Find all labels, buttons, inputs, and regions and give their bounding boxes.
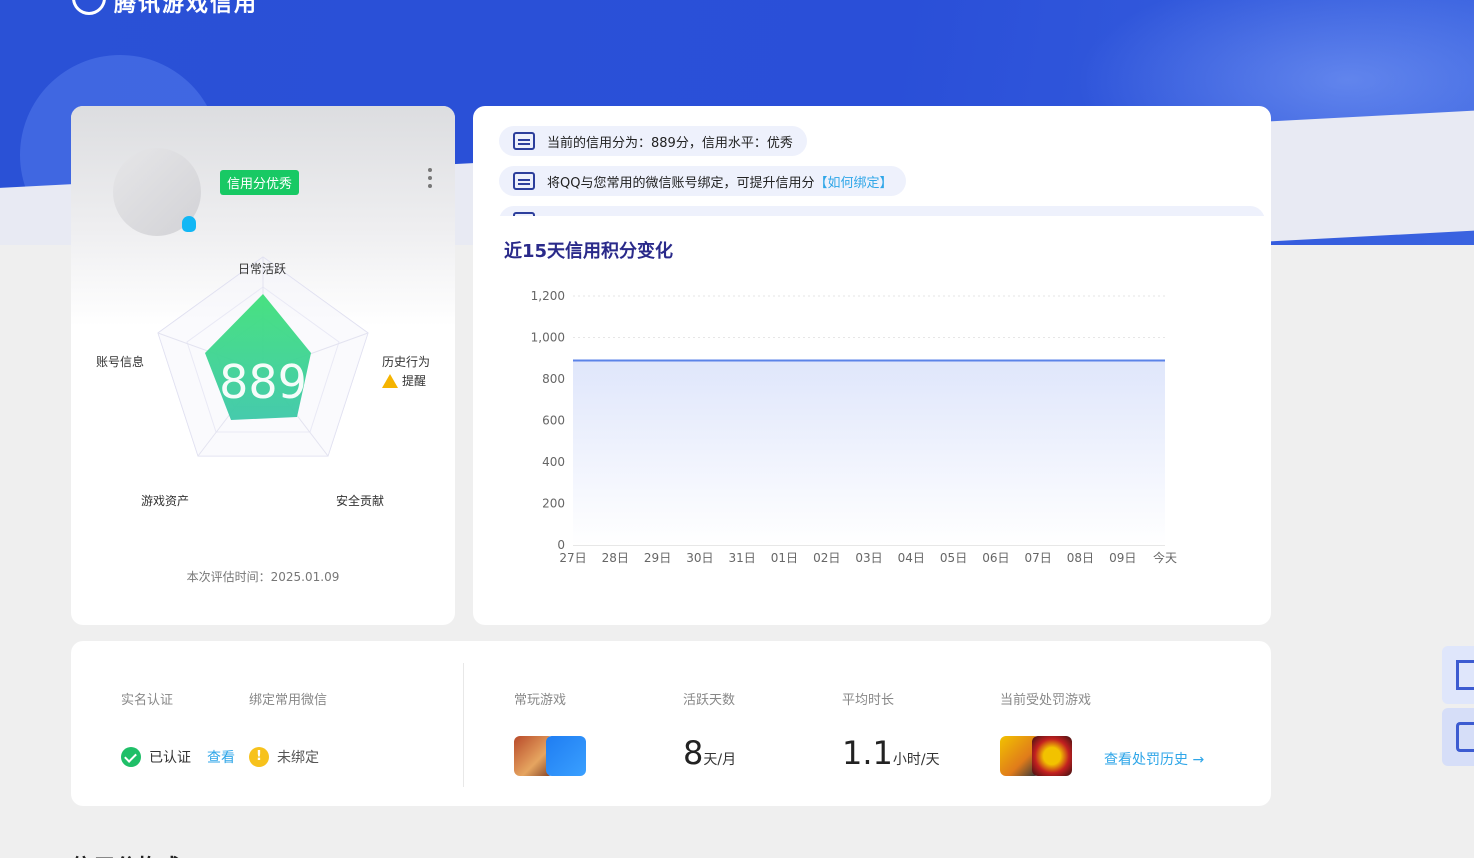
help-button[interactable]	[1442, 708, 1474, 766]
active-days-value: 8	[683, 734, 704, 772]
game-crossfire-icon[interactable]	[1032, 736, 1072, 776]
help-icon	[1456, 722, 1474, 752]
section-title: 信用分构成	[71, 850, 181, 858]
brand-title: 腾讯游戏信用	[114, 0, 259, 17]
realname-label: 实名认证	[121, 693, 174, 708]
y-tick-label: 1,000	[531, 331, 565, 345]
qr-code-icon	[1456, 660, 1474, 690]
x-tick-label: 05日	[940, 551, 967, 565]
score-trend-card: 当前的信用分为：889分，信用水平：优秀 将QQ与您常用的微信账号绑定，可提升信…	[473, 106, 1271, 625]
radar-label-account-info: 账号信息	[96, 355, 145, 369]
penalty-history-link[interactable]: 查看处罚历史 →	[1104, 749, 1204, 769]
series-area	[573, 360, 1165, 545]
wechat-bind-label: 绑定常用微信	[249, 693, 328, 708]
info-divider	[463, 663, 464, 787]
evaluation-time: 本次评估时间：2025.01.09	[186, 570, 340, 584]
penalty-games-label: 当前受处罚游戏	[1000, 693, 1092, 708]
x-tick-label: 03日	[855, 551, 882, 565]
avg-time-value: 1.1	[842, 734, 893, 772]
realname-status-text: 已认证	[149, 750, 191, 766]
view-realname-link[interactable]: 查看	[207, 747, 235, 767]
radar-score-value: 889	[219, 355, 307, 409]
x-tick-label: 28日	[602, 551, 629, 565]
credit-level-badge: 信用分优秀	[220, 170, 300, 195]
radar-label-security-contribution: 安全贡献	[336, 494, 385, 508]
x-tick-label: 09日	[1109, 551, 1136, 565]
game-controller-icon[interactable]	[546, 736, 586, 776]
alert-icon: !	[249, 747, 269, 767]
x-tick-label: 31日	[729, 551, 756, 565]
avg-time-unit: 小时/天	[892, 752, 940, 768]
active-days: 8 天/月	[683, 734, 736, 772]
frequent-games-label: 常玩游戏	[514, 693, 567, 708]
history-alert[interactable]: 提醒	[382, 372, 426, 389]
radar-label-game-assets: 游戏资产	[141, 494, 190, 508]
more-options-icon[interactable]	[427, 168, 433, 188]
y-tick-label: 0	[557, 538, 565, 552]
score-trend-chart: 0 200 400 600 800 1,000 1,200 27日 28日 29日 30日 31日 01…	[531, 289, 1177, 565]
radar-label-history-behavior: 历史行为	[382, 355, 431, 369]
y-tick-label: 200	[542, 497, 565, 511]
qr-code-button[interactable]	[1442, 646, 1474, 704]
x-tick-label: 29日	[644, 551, 671, 565]
active-days-label: 活跃天数	[683, 693, 736, 708]
qq-icon	[182, 216, 196, 232]
check-icon	[121, 747, 141, 767]
x-tick-label: 30日	[686, 551, 713, 565]
avg-time-label: 平均时长	[842, 693, 895, 708]
y-tick-label: 800	[542, 372, 565, 386]
active-days-unit: 天/月	[703, 752, 737, 768]
x-tick-label: 02日	[813, 551, 840, 565]
brand[interactable]: 腾讯游戏信用	[72, 0, 258, 18]
brand-logo-icon	[72, 0, 106, 15]
warning-icon	[382, 373, 398, 388]
wechat-bind-status: ! 未绑定	[249, 747, 319, 767]
account-info-card: 实名认证 绑定常用微信 已认证 查看 ! 未绑定 常玩游戏 活跃天数 8 天/月…	[71, 641, 1271, 806]
realname-status: 已认证 查看	[121, 747, 235, 767]
x-tick-label: 27日	[559, 551, 586, 565]
x-tick-label: 08日	[1067, 551, 1094, 565]
y-tick-label: 600	[542, 414, 565, 428]
x-tick-label: 07日	[1025, 551, 1052, 565]
wechat-bind-status-text: 未绑定	[277, 750, 319, 766]
credit-score-card: 信用分优秀 889 日常活跃 账号信息 历史行为 提醒 游戏资产 安全贡献 本次…	[71, 106, 455, 625]
avg-time: 1.1 小时/天	[842, 734, 940, 772]
x-tick-label: 04日	[898, 551, 925, 565]
history-alert-text: 提醒	[402, 374, 427, 388]
y-tick-label: 400	[542, 455, 565, 469]
x-tick-label: 今天	[1153, 550, 1177, 565]
radar-label-daily-active: 日常活跃	[238, 262, 287, 276]
x-tick-label: 01日	[771, 551, 798, 565]
x-tick-label: 06日	[982, 551, 1009, 565]
y-tick-label: 1,200	[531, 289, 565, 303]
